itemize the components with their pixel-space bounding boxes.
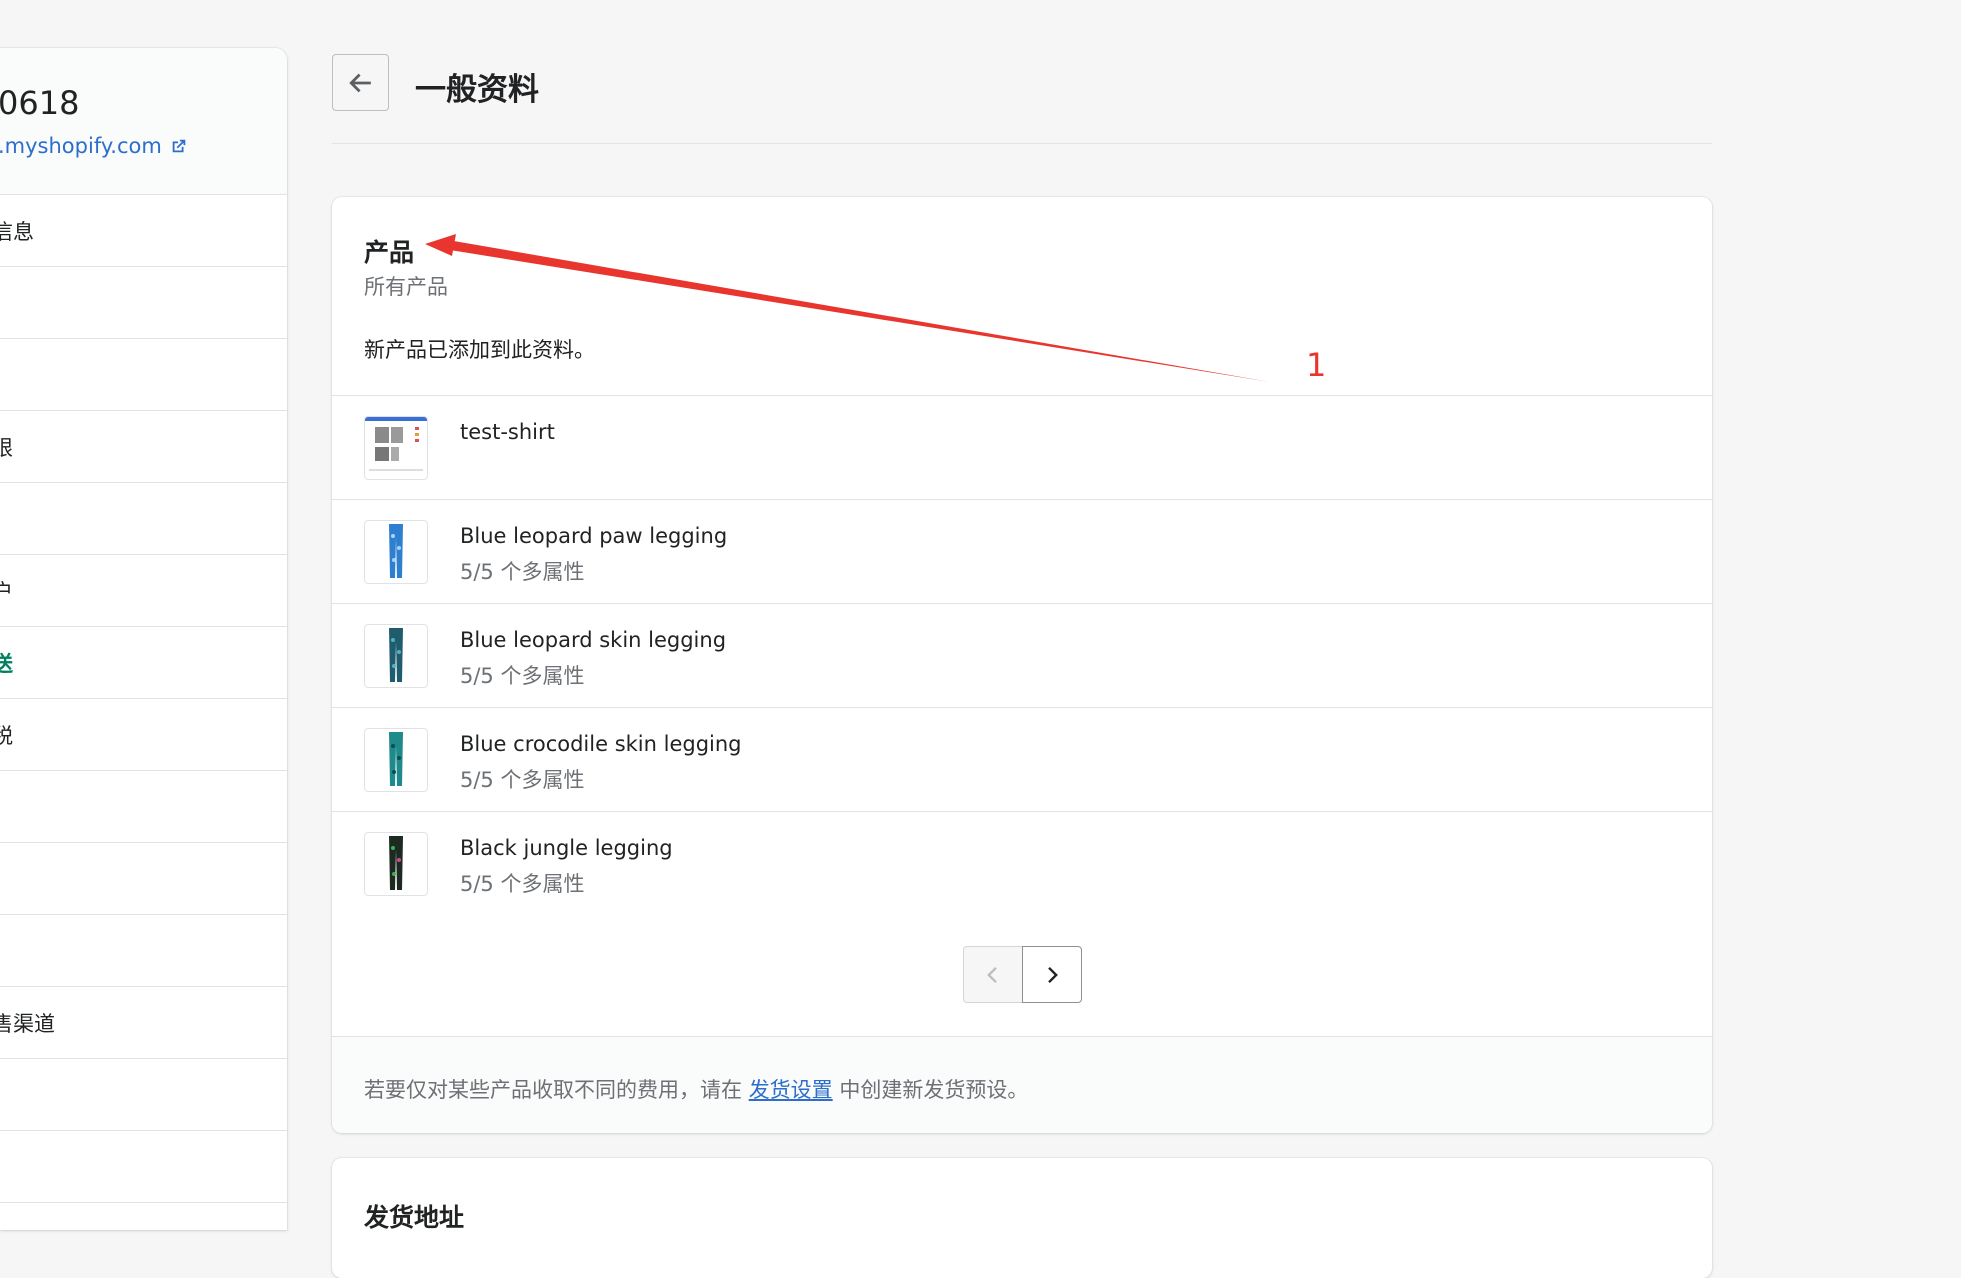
sidebar-item-label: 户 <box>0 576 13 606</box>
sidebar-item[interactable] <box>0 843 287 915</box>
sidebar-item-label: 送 <box>0 648 13 678</box>
chevron-left-icon <box>987 966 997 983</box>
sidebar-item[interactable] <box>0 915 287 987</box>
arrow-left-icon <box>348 73 371 92</box>
footer-text-suffix: 中创建新发货预设。 <box>832 1078 1029 1102</box>
legging-icon <box>389 628 403 682</box>
sidebar-item[interactable] <box>0 339 287 411</box>
product-variants: 5/5 个多属性 <box>460 664 585 688</box>
page-header: 一般资料 <box>332 54 1712 144</box>
product-row-test-shirt[interactable]: test-shirt <box>332 396 1712 500</box>
product-variants: 5/5 个多属性 <box>460 872 585 896</box>
shipping-settings-link[interactable]: 发货设置 <box>749 1078 833 1102</box>
sidebar-item[interactable] <box>0 267 287 339</box>
product-name: Blue leopard paw legging <box>460 524 728 548</box>
products-card-subtitle: 所有产品 <box>364 275 448 299</box>
next-page-button[interactable] <box>1022 946 1082 1003</box>
product-thumbnail <box>364 624 428 688</box>
product-variants: 5/5 个多属性 <box>460 560 585 584</box>
screenshot-thumbnail-icon <box>365 417 427 471</box>
products-card-note: 新产品已添加到此资料。 <box>364 338 595 362</box>
sidebar-item-permissions[interactable]: 限 <box>0 411 287 483</box>
product-name: Blue leopard skin legging <box>460 628 727 652</box>
sidebar-item[interactable] <box>0 483 287 555</box>
page-title: 一般资料 <box>415 72 539 108</box>
products-card-title: 产品 <box>364 238 415 267</box>
store-name: 0618 <box>0 84 80 122</box>
annotation-label: 1 <box>1306 346 1327 384</box>
sidebar-item-label: 信息 <box>0 219 34 244</box>
chevron-right-icon <box>1048 966 1058 983</box>
sidebar-item-sales-channels[interactable]: 售渠道 <box>0 987 287 1059</box>
store-url-text[interactable]: .myshopify.com <box>0 134 162 158</box>
shipping-address-card: 发货地址 <box>332 1158 1712 1278</box>
product-name: Blue crocodile skin legging <box>460 732 742 756</box>
shipping-address-title: 发货地址 <box>364 1203 465 1232</box>
legging-icon <box>389 524 403 578</box>
store-header: 0618 .myshopify.com <box>0 48 287 195</box>
products-card-footer: 若要仅对某些产品收取不同的费用，请在 发货设置 中创建新发货预设。 <box>332 1036 1712 1133</box>
sidebar-item[interactable] <box>0 1059 287 1131</box>
back-button[interactable] <box>332 54 389 111</box>
sidebar-item-label: 限 <box>0 432 13 462</box>
sidebar-item-store-details[interactable]: 信息 <box>0 195 287 267</box>
product-row[interactable]: Black jungle legging 5/5 个多属性 <box>332 812 1712 916</box>
product-thumbnail <box>364 832 428 896</box>
pagination <box>963 946 1082 1003</box>
settings-sidebar: 0618 .myshopify.com 信息 限 户 送 税 售渠道 <box>0 48 287 1230</box>
product-thumbnail <box>364 728 428 792</box>
product-row[interactable]: Blue leopard paw legging 5/5 个多属性 <box>332 500 1712 604</box>
sidebar-item-label: 售渠道 <box>0 1011 55 1036</box>
sidebar-item-account[interactable]: 户 <box>0 555 287 627</box>
sidebar-item-taxes[interactable]: 税 <box>0 699 287 771</box>
product-row[interactable]: Blue crocodile skin legging 5/5 个多属性 <box>332 708 1712 812</box>
sidebar-item[interactable] <box>0 1131 287 1203</box>
sidebar-item[interactable] <box>0 771 287 843</box>
product-name: test-shirt <box>460 420 555 444</box>
product-thumbnail <box>364 416 428 480</box>
store-url-link[interactable]: .myshopify.com <box>0 134 188 158</box>
footer-text-prefix: 若要仅对某些产品收取不同的费用，请在 <box>364 1078 749 1102</box>
previous-page-button[interactable] <box>963 946 1023 1003</box>
sidebar-item-shipping[interactable]: 送 <box>0 627 287 699</box>
product-thumbnail <box>364 520 428 584</box>
product-name: Black jungle legging <box>460 836 673 860</box>
product-variants: 5/5 个多属性 <box>460 768 585 792</box>
product-row[interactable]: Blue leopard skin legging 5/5 个多属性 <box>332 604 1712 708</box>
legging-icon <box>389 732 403 786</box>
product-list: test-shirt Blue leopard paw legging 5/5 … <box>332 395 1712 916</box>
sidebar-item-label: 税 <box>0 720 13 750</box>
legging-icon <box>389 836 403 890</box>
external-link-icon <box>172 139 186 153</box>
products-card: 产品 所有产品 新产品已添加到此资料。 test-shirt Blue leop… <box>332 197 1712 1133</box>
